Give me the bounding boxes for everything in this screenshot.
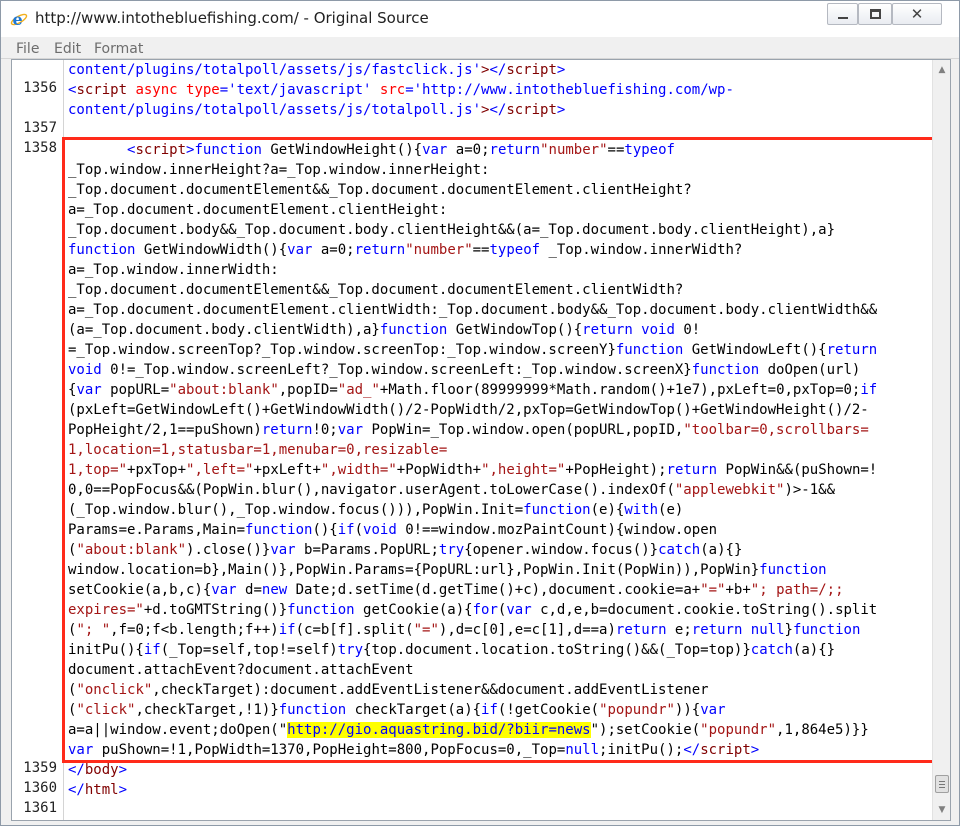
line-number: 1358	[23, 140, 57, 156]
highlight-box	[62, 137, 937, 763]
line-number: 1356	[23, 80, 57, 96]
minimize-button[interactable]	[827, 3, 858, 25]
code-token: >	[118, 762, 128, 778]
code-token: </	[489, 102, 507, 118]
line-number: 1361	[23, 800, 57, 816]
code-line: </body>	[68, 760, 127, 780]
source-editor[interactable]: 1356 1357 1358 1359 1360 1361 content/plugins…	[11, 59, 951, 821]
code-token: ='http://www.intothebluefishing.com/wp-	[405, 82, 734, 98]
maximize-button[interactable]	[858, 3, 892, 25]
code-token: script	[506, 102, 557, 118]
internet-explorer-icon: e	[10, 10, 28, 28]
code-token: >	[556, 102, 566, 118]
code-token: </	[68, 762, 85, 778]
code-token: body	[84, 762, 119, 778]
menu-edit[interactable]: Edit	[54, 41, 81, 57]
line-number-gutter: 1356 1357 1358 1359 1360 1361	[12, 60, 64, 820]
code-line: content/plugins/totalpoll/assets/js/fast…	[68, 60, 565, 80]
line-number: 1360	[23, 780, 57, 796]
code-token: src	[379, 82, 406, 98]
close-button[interactable]: ✕	[892, 3, 942, 25]
minimize-icon	[837, 17, 848, 19]
code-token: html	[84, 782, 119, 798]
code-token: script	[76, 82, 128, 98]
code-token: script	[506, 62, 557, 78]
scrollbar-thumb[interactable]	[935, 775, 949, 793]
code-line: content/plugins/totalpoll/assets/js/tota…	[68, 100, 565, 120]
code-token: >	[118, 782, 128, 798]
line-number: 1359	[23, 760, 57, 776]
code-line: </html>	[68, 780, 127, 800]
scroll-up-arrow-icon[interactable]: ▲	[933, 61, 950, 79]
source-viewer-window: e http://www.intothebluefishing.com/ - O…	[0, 0, 960, 826]
window-title: http://www.intothebluefishing.com/ - Ori…	[35, 9, 429, 27]
code-token: async type	[127, 82, 220, 98]
code-token: </	[489, 62, 507, 78]
scroll-down-arrow-icon[interactable]: ▼	[933, 801, 950, 819]
menu-file[interactable]: File	[16, 41, 39, 57]
svg-text:e: e	[13, 10, 23, 28]
title-bar[interactable]: e http://www.intothebluefishing.com/ - O…	[1, 1, 959, 37]
code-token: content/plugins/totalpoll/assets/js/fast…	[68, 62, 482, 78]
code-token: >	[556, 62, 566, 78]
close-icon: ✕	[910, 4, 924, 23]
vertical-scrollbar[interactable]: ▲ ▼	[932, 60, 950, 820]
menu-format[interactable]: Format	[94, 41, 143, 57]
menu-bar: File Edit Format	[1, 37, 959, 59]
line-number: 1357	[23, 120, 57, 136]
code-line: <script async type='text/javascript' src…	[68, 80, 734, 100]
code-token: </	[68, 782, 85, 798]
code-token: ='text/javascript'	[219, 82, 380, 98]
maximize-icon	[869, 9, 881, 19]
code-token: content/plugins/totalpoll/assets/js/tota…	[68, 102, 482, 118]
